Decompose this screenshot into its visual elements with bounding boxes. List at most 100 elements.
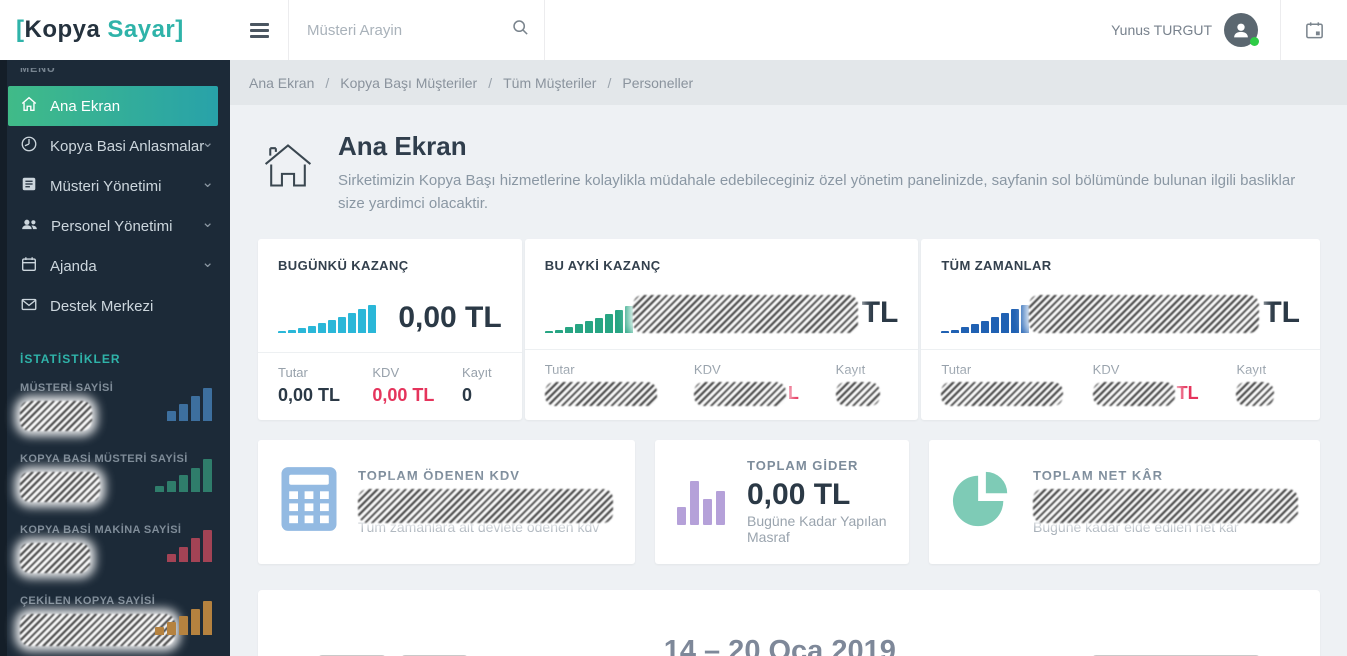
card-title: BUGÜNKÜ KAZANÇ — [278, 257, 409, 273]
censored-value — [20, 401, 92, 431]
breadcrumb-separator: / — [488, 74, 493, 91]
calendar-view-buttons: Ay Gün Ajanda — [1091, 635, 1260, 656]
app-window: [ Kopya Sayar ] MENÜ Ana Ekran Kopya Bas… — [0, 0, 1347, 656]
topbar: Yunus TURGUT — [230, 0, 1347, 60]
card-toplam-odenen-kdv: TOPLAM ÖDENEN KDV Tüm zamanlara ait devl… — [258, 439, 635, 564]
censored-value — [20, 543, 90, 573]
sub-stat-value: 0,00 TL — [278, 384, 341, 405]
home-large-icon — [260, 137, 316, 216]
breadcrumb-item[interactable]: Tüm Müşteriler — [503, 75, 596, 91]
card-bu-ayki-kazanc: BU AYKİ KAZANÇ TL Tutar KDV L Kayıt — [524, 238, 919, 420]
card-title: TOPLAM GİDER — [747, 458, 859, 473]
card-value-censored: TL — [1029, 294, 1300, 333]
censored-value — [1092, 381, 1175, 406]
censored-value — [1033, 489, 1298, 523]
logo-text-accent: Sayar — [107, 16, 176, 43]
sidebar-item-label: Ana Ekran — [50, 97, 121, 115]
sub-stat-value-vat: 0,00 TL — [372, 384, 435, 405]
breadcrumb-separator: / — [325, 74, 330, 91]
censored-value — [693, 381, 786, 406]
stat-bar-chart — [167, 530, 212, 562]
document-icon — [20, 175, 38, 197]
page-header: Ana Ekran Sirketimizin Kopya Başı hizmet… — [258, 131, 1320, 216]
hamburger-menu-icon[interactable] — [230, 0, 288, 60]
card-value-censored: TL — [632, 294, 898, 333]
sub-stat-value — [941, 381, 1092, 406]
main-content: Ana Ekran Sirketimizin Kopya Başı hizmet… — [230, 105, 1347, 656]
stat-bar-chart — [167, 388, 212, 421]
calendar-icon — [20, 255, 38, 277]
earnings-spark-chart — [941, 304, 1030, 333]
chevron-down-icon: ⌄ — [201, 134, 214, 151]
sidebar-item-label: Kopya Basi Anlasmalar — [50, 137, 205, 155]
search-bar — [289, 18, 544, 42]
chevron-down-icon: ⌄ — [201, 214, 214, 231]
sidebar-item-ajanda[interactable]: Ajanda ⌄ — [0, 246, 230, 286]
breadcrumb-separator: / — [607, 74, 612, 91]
search-icon[interactable] — [511, 18, 530, 42]
breadcrumb-item[interactable]: Kopya Başı Müşteriler — [340, 75, 477, 91]
clock-icon — [20, 135, 38, 157]
stat-bar-chart — [155, 601, 212, 635]
topbar-right: Yunus TURGUT — [1111, 0, 1347, 60]
breadcrumb-item[interactable]: Personeller — [622, 75, 693, 91]
sub-stat-label: Tutar — [941, 361, 972, 377]
card-subtitle: Bugüne Kadar Yapılan Masraf — [747, 513, 887, 545]
card-tum-zamanlar: TÜM ZAMANLAR TL Tutar KDV TL Kayıt — [921, 238, 1320, 420]
calendar-panel: ‹ › bugün 14 – 20 Oca 2019 Ay Gün Ajanda — [258, 589, 1320, 656]
sidebar-item-musteri-yonetimi[interactable]: Müsteri Yönetimi ⌄ — [0, 166, 230, 206]
logo-bracket-open: [ — [16, 16, 25, 43]
stat-kopya-basi-musteri-sayisi: KOPYA BASİ MÜSTERİ SAYİSİ — [0, 441, 230, 512]
user-avatar[interactable] — [1224, 13, 1259, 47]
card-value: 0,00 TL — [398, 300, 502, 334]
pie-chart-icon — [951, 468, 1013, 535]
breadcrumb-item[interactable]: Ana Ekran — [249, 75, 314, 91]
card-title: TOPLAM ÖDENEN KDV — [358, 468, 520, 483]
sidebar-item-personel-yonetimi[interactable]: Personel Yönetimi ⌄ — [0, 206, 230, 246]
menu-section-label: MENÜ — [20, 68, 56, 75]
logo-bracket-close: ] — [175, 16, 184, 43]
sidebar-item-label: Müsteri Yönetimi — [50, 177, 162, 195]
sub-stat-label: Kayıt — [462, 364, 492, 380]
sidebar-item-ana-ekran[interactable]: Ana Ekran — [8, 86, 218, 126]
censored-value — [941, 381, 1064, 406]
card-title: TOPLAM NET KÂR — [1033, 468, 1164, 483]
card-value: 0,00 TL — [747, 478, 851, 511]
earnings-spark-chart — [278, 304, 376, 333]
page-title: Ana Ekran — [338, 131, 467, 161]
calendar-title: 14 – 20 Oca 2019 — [663, 634, 896, 656]
calculator-icon — [280, 466, 338, 537]
censored-value — [20, 472, 100, 502]
sub-stat-value-vat: L — [693, 381, 836, 406]
censored-value — [632, 294, 858, 333]
stat-bar-chart — [155, 459, 212, 492]
people-icon — [20, 215, 39, 237]
sub-stat-label: Kayıt — [1236, 361, 1267, 377]
sub-stat-label: Kayıt — [835, 361, 866, 377]
chevron-down-icon: ⌄ — [201, 254, 214, 271]
sub-stat-label: KDV — [693, 361, 721, 377]
sub-stat-label: KDV — [1092, 361, 1120, 377]
earnings-cards-row: BUGÜNKÜ KAZANÇ 0,00 TL Tutar 0,00 TL KDV… — [258, 238, 1320, 420]
page-subtitle: Sirketimizin Kopya Başı hizmetlerine kol… — [338, 172, 1296, 213]
censored-value — [1236, 381, 1275, 406]
sub-stat-value — [544, 381, 694, 406]
stat-kopya-basi-makina-sayisi: KOPYA BASİ MAKİNA SAYİSİ — [0, 512, 230, 583]
sidebar-item-destek-merkezi[interactable]: Destek Merkezi — [0, 286, 230, 326]
calendar-nav-buttons: ‹ › bugün — [318, 635, 468, 656]
search-input[interactable] — [307, 21, 511, 39]
sidebar: [ Kopya Sayar ] MENÜ Ana Ekran Kopya Bas… — [0, 0, 230, 656]
home-icon — [20, 95, 38, 117]
card-toplam-net-kar: TOPLAM NET KÂR Bugüne kadar elde edilen … — [929, 439, 1320, 564]
censored-value — [358, 489, 613, 523]
sidebar-item-kopya-basi-anlasmalar[interactable]: Kopya Basi Anlasmalar ⌄ — [0, 126, 230, 166]
sidebar-item-label: Personel Yönetimi — [51, 217, 173, 235]
sub-stat-label: Tutar — [544, 361, 575, 377]
topbar-calendar-icon[interactable] — [1281, 0, 1347, 60]
user-name[interactable]: Yunus TURGUT — [1111, 22, 1212, 38]
card-title: TÜM ZAMANLAR — [941, 257, 1052, 273]
totals-cards-row: TOPLAM ÖDENEN KDV Tüm zamanlara ait devl… — [258, 439, 1320, 564]
app-logo[interactable]: [ Kopya Sayar ] — [0, 0, 230, 60]
sub-stat-value — [835, 381, 899, 406]
card-toplam-gider: TOPLAM GİDER 0,00 TL Bugüne Kadar Yapıla… — [655, 439, 909, 564]
